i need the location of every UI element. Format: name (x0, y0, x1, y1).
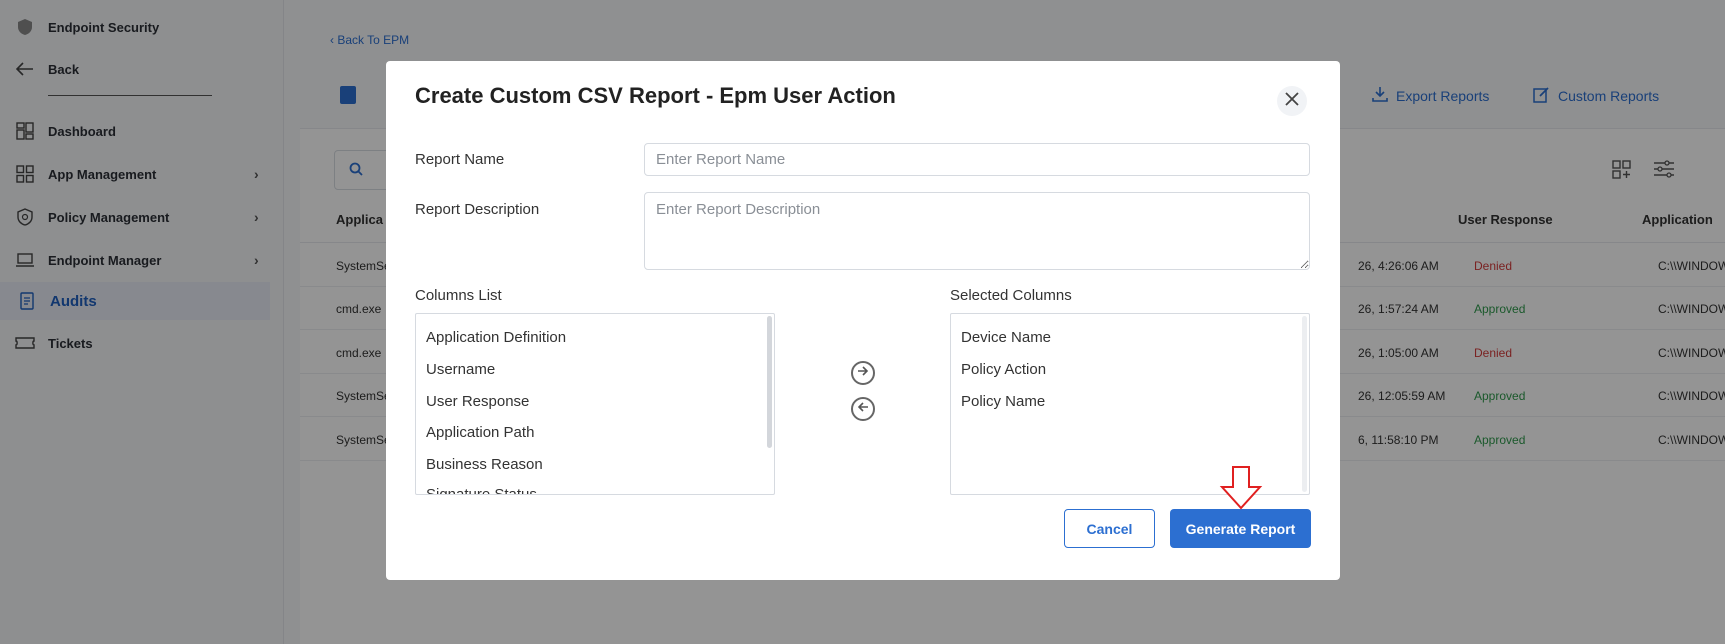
close-button[interactable] (1277, 86, 1307, 116)
cancel-button[interactable]: Cancel (1064, 509, 1155, 548)
list-item[interactable]: Signature Status (426, 486, 537, 494)
selected-columns-scrollbar[interactable] (1302, 316, 1307, 492)
list-item[interactable]: Policy Name (961, 393, 1045, 410)
list-item[interactable]: Policy Action (961, 361, 1046, 378)
list-item[interactable]: Application Definition (426, 329, 566, 346)
modal-title: Create Custom CSV Report - Epm User Acti… (415, 83, 896, 108)
generate-report-button[interactable]: Generate Report (1170, 509, 1311, 548)
columns-list[interactable]: Application Definition Username User Res… (415, 313, 775, 495)
report-name-label: Report Name (415, 151, 505, 168)
list-item[interactable]: Username (426, 361, 495, 378)
columns-list-scrollbar[interactable] (767, 316, 772, 448)
annotation-arrow-down-icon (1218, 465, 1264, 511)
remove-column-button[interactable] (851, 397, 875, 421)
list-item[interactable]: User Response (426, 393, 529, 410)
list-item[interactable]: Device Name (961, 329, 1051, 346)
report-description-input[interactable] (644, 192, 1310, 270)
list-item[interactable]: Business Reason (426, 456, 543, 473)
report-name-input[interactable] (644, 143, 1310, 176)
columns-list-label: Columns List (415, 287, 502, 304)
close-icon (1285, 91, 1299, 111)
selected-columns-label: Selected Columns (950, 287, 1072, 304)
arrow-left-icon (857, 400, 869, 418)
report-description-label: Report Description (415, 201, 540, 218)
add-column-button[interactable] (851, 361, 875, 385)
create-report-modal: Create Custom CSV Report - Epm User Acti… (386, 61, 1340, 580)
arrow-right-icon (857, 364, 869, 382)
list-item[interactable]: Application Path (426, 424, 534, 441)
